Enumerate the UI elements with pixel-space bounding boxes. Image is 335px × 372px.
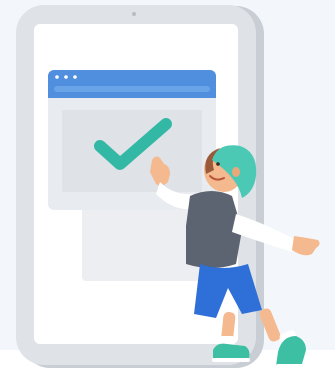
child-ear: [232, 167, 240, 177]
tablet-camera: [132, 12, 136, 16]
child-left-shoe-sole: [212, 358, 250, 362]
browser-window: [48, 70, 216, 210]
child-eye: [216, 162, 220, 166]
illustration-svg: [0, 0, 335, 368]
illustration-scene: [0, 0, 335, 372]
child-right-shoe-sole: [276, 364, 308, 368]
child-left-shoe: [213, 343, 250, 360]
address-bar: [54, 86, 210, 92]
